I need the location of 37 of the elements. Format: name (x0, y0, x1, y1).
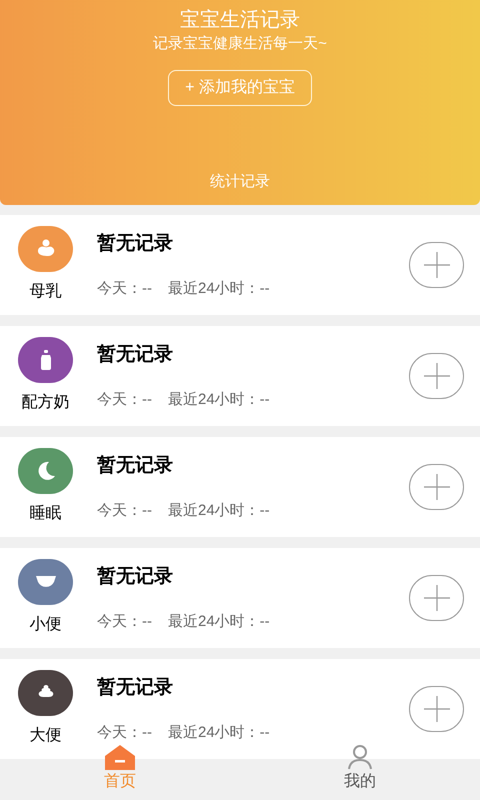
last-24h-count: 最近24小时：-- (168, 501, 270, 521)
last-24h-count: 最近24小时：-- (168, 390, 270, 410)
record-status: 暂无记录 (97, 454, 174, 478)
today-count: 今天：-- (97, 501, 152, 521)
plus-icon (422, 362, 450, 390)
app-title: 宝宝生活记录 (180, 8, 300, 33)
last-24h-count: 最近24小时：-- (168, 612, 270, 632)
plus-icon (422, 695, 450, 723)
record-status: 暂无记录 (97, 342, 174, 366)
add-record-button[interactable] (409, 353, 464, 399)
last-24h-count: 最近24小时：-- (168, 279, 270, 299)
add-record-button[interactable] (409, 575, 464, 621)
category-label: 小便 (30, 614, 62, 635)
category-label: 大便 (30, 726, 62, 746)
today-count: 今天：-- (97, 279, 152, 299)
add-record-button[interactable] (409, 686, 464, 732)
today-count: 今天：-- (97, 723, 152, 743)
plus-icon (422, 473, 450, 501)
add-record-button[interactable] (409, 242, 464, 288)
tab-item[interactable]: 首页 (80, 744, 160, 794)
category-label: 配方奶 (22, 392, 70, 413)
person-icon (346, 744, 374, 770)
record-status: 暂无记录 (97, 232, 174, 256)
stats-link[interactable]: 统计记录 (210, 170, 270, 193)
record-status: 暂无记录 (97, 676, 174, 700)
category-label: 睡眠 (30, 504, 62, 524)
plus-icon (422, 251, 450, 279)
record-status: 暂无记录 (97, 564, 174, 588)
category-label: 母乳 (30, 282, 62, 302)
add-record-button[interactable] (409, 464, 464, 510)
today-count: 今天：-- (97, 612, 152, 632)
today-count: 今天：-- (97, 390, 152, 410)
app-subtitle: 记录宝宝健康生活每一天~ (153, 34, 327, 54)
plus-icon (422, 584, 450, 612)
last-24h-count: 最近24小时：-- (168, 723, 270, 743)
add-baby-button[interactable]: + 添加我的宝宝 (168, 70, 312, 106)
tab-item[interactable]: 我的 (320, 744, 400, 794)
